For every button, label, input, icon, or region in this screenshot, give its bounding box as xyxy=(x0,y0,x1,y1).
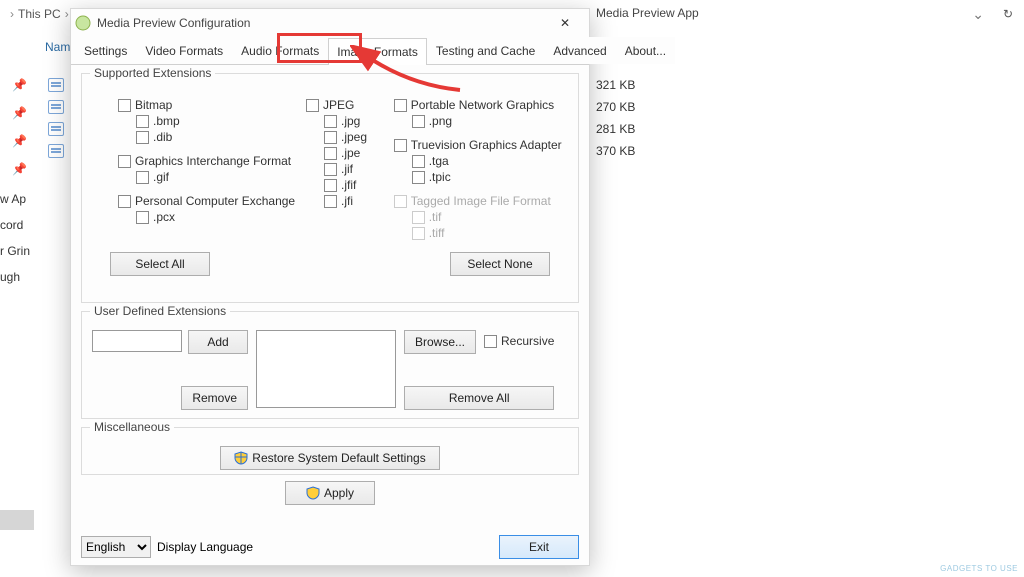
checkbox-tif: .tif xyxy=(412,210,568,224)
select-all-button[interactable]: Select All xyxy=(110,252,210,276)
watermark: GADGETS TO USE xyxy=(940,564,1018,573)
group-user-extensions: User Defined Extensions Add Remove Brows… xyxy=(81,311,579,419)
checkbox-pcx-group[interactable]: Personal Computer Exchange xyxy=(118,194,288,208)
size-cell: 370 KB xyxy=(596,144,635,158)
checkbox-jpg[interactable]: .jpg xyxy=(324,114,376,128)
size-cell: 321 KB xyxy=(596,78,635,92)
file-row[interactable] xyxy=(48,122,64,136)
file-icon xyxy=(48,100,64,114)
extension-input[interactable] xyxy=(92,330,182,352)
column-header-name[interactable]: Nam xyxy=(45,40,70,54)
tab-strip: Settings Video Formats Audio Formats Ima… xyxy=(71,37,589,65)
close-icon: ✕ xyxy=(560,16,570,30)
checkbox-png[interactable]: .png xyxy=(412,114,568,128)
checkbox-tga[interactable]: .tga xyxy=(412,154,568,168)
checkbox-tpic[interactable]: .tpic xyxy=(412,170,568,184)
checkbox-tif-group: Tagged Image File Format xyxy=(394,194,568,208)
tab-advanced[interactable]: Advanced xyxy=(544,37,615,64)
pin-icon: 📌 xyxy=(12,162,27,176)
shield-icon xyxy=(234,451,248,465)
sidebar-item[interactable]: r Grin xyxy=(0,244,30,258)
app-icon xyxy=(75,15,91,31)
dialog-title: Media Preview Configuration xyxy=(97,16,250,30)
shield-icon xyxy=(306,486,320,500)
checkbox-jfif[interactable]: .jfif xyxy=(324,178,376,192)
checkbox-dib[interactable]: .dib xyxy=(136,130,288,144)
checkbox-jpeg-group[interactable]: JPEG xyxy=(306,98,376,112)
breadcrumb-this-pc[interactable]: This PC xyxy=(18,7,61,21)
explorer-folder-title: Media Preview App xyxy=(596,6,699,20)
refresh-button[interactable]: ↻ xyxy=(998,4,1018,24)
close-button[interactable]: ✕ xyxy=(545,11,585,35)
tab-audio-formats[interactable]: Audio Formats xyxy=(232,37,328,64)
restore-defaults-button[interactable]: Restore System Default Settings xyxy=(220,446,440,470)
remove-button[interactable]: Remove xyxy=(181,386,248,410)
tab-testing-cache[interactable]: Testing and Cache xyxy=(427,37,544,64)
tab-image-formats[interactable]: Image Formats xyxy=(328,38,427,65)
tab-video-formats[interactable]: Video Formats xyxy=(136,37,232,64)
checkbox-recursive[interactable]: Recursive xyxy=(484,334,554,348)
checkbox-jif[interactable]: .jif xyxy=(324,162,376,176)
config-dialog: Media Preview Configuration ✕ Settings V… xyxy=(70,8,590,566)
file-icon xyxy=(48,144,64,158)
size-cell: 281 KB xyxy=(596,122,635,136)
file-icon xyxy=(48,78,64,92)
chevron-icon: › xyxy=(65,7,69,21)
exit-button[interactable]: Exit xyxy=(499,535,579,559)
format-column-3: Portable Network Graphics .png Truevisio… xyxy=(394,98,568,242)
tab-about[interactable]: About... xyxy=(616,37,675,64)
expand-icon[interactable]: ⌄ xyxy=(972,6,984,23)
pin-icon: 📌 xyxy=(12,78,27,92)
size-cell: 270 KB xyxy=(596,100,635,114)
file-row[interactable] xyxy=(48,144,64,158)
dialog-footer: English Display Language Exit xyxy=(81,535,579,559)
group-title: User Defined Extensions xyxy=(90,304,230,318)
pin-icon: 📌 xyxy=(12,134,27,148)
checkbox-gif[interactable]: .gif xyxy=(136,170,288,184)
dialog-titlebar[interactable]: Media Preview Configuration ✕ xyxy=(71,9,589,37)
group-title: Miscellaneous xyxy=(90,420,174,434)
format-column-2: JPEG .jpg .jpeg .jpe .jif .jfif .jfi xyxy=(306,98,376,242)
sidebar-item[interactable]: ugh xyxy=(0,270,30,284)
apply-button[interactable]: Apply xyxy=(285,481,375,505)
checkbox-tga-group[interactable]: Truevision Graphics Adapter xyxy=(394,138,568,152)
language-select[interactable]: English xyxy=(81,536,151,558)
browse-button[interactable]: Browse... xyxy=(404,330,476,354)
select-none-button[interactable]: Select None xyxy=(450,252,550,276)
file-row[interactable] xyxy=(48,78,64,92)
add-button[interactable]: Add xyxy=(188,330,248,354)
pin-icon: 📌 xyxy=(12,106,27,120)
sidebar-fragments: w Ap cord r Grin ugh xyxy=(0,192,30,284)
file-row[interactable] xyxy=(48,100,64,114)
group-miscellaneous: Miscellaneous Restore System Default Set… xyxy=(81,427,579,475)
checkbox-gif-group[interactable]: Graphics Interchange Format xyxy=(118,154,288,168)
group-title: Supported Extensions xyxy=(90,66,215,80)
extensions-listbox[interactable] xyxy=(256,330,396,408)
checkbox-pcx[interactable]: .pcx xyxy=(136,210,288,224)
checkbox-png-group[interactable]: Portable Network Graphics xyxy=(394,98,568,112)
checkbox-bmp[interactable]: .bmp xyxy=(136,114,288,128)
display-language-label: Display Language xyxy=(157,540,253,554)
format-column-1: Bitmap .bmp .dib Graphics Interchange Fo… xyxy=(118,98,288,242)
pin-column: 📌 📌 📌 📌 xyxy=(12,78,27,176)
file-icon xyxy=(48,122,64,136)
tab-settings[interactable]: Settings xyxy=(75,37,136,64)
checkbox-jpe[interactable]: .jpe xyxy=(324,146,376,160)
checkbox-jfi[interactable]: .jfi xyxy=(324,194,376,208)
chevron-icon: › xyxy=(10,7,14,21)
checkbox-jpeg[interactable]: .jpeg xyxy=(324,130,376,144)
checkbox-tiff: .tiff xyxy=(412,226,568,240)
sidebar-selection xyxy=(0,510,34,530)
sidebar-item[interactable]: w Ap xyxy=(0,192,30,206)
remove-all-button[interactable]: Remove All xyxy=(404,386,554,410)
group-supported-extensions: Supported Extensions Bitmap .bmp .dib Gr… xyxy=(81,73,579,303)
checkbox-bitmap[interactable]: Bitmap xyxy=(118,98,288,112)
refresh-icon: ↻ xyxy=(1003,7,1013,21)
sidebar-item[interactable]: cord xyxy=(0,218,30,232)
